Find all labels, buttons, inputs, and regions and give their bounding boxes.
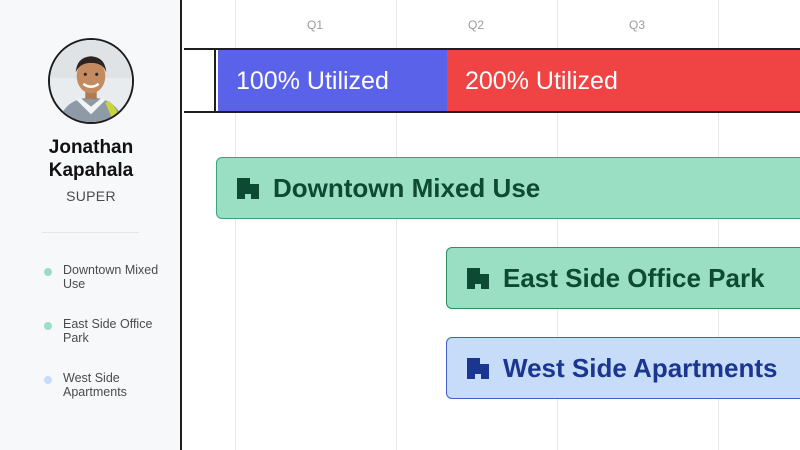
- legend-dot: [44, 322, 52, 330]
- person-first-name: Jonathan: [48, 137, 134, 158]
- project-bar-east-side-office-park[interactable]: East Side Office Park: [446, 247, 800, 309]
- project-bar-downtown-mixed-use[interactable]: Downtown Mixed Use: [216, 157, 800, 219]
- legend-label: East Side Office Park: [63, 317, 153, 345]
- quarter-label-q1: Q1: [306, 18, 323, 32]
- quarter-label-q2: Q2: [467, 18, 484, 32]
- utilization-row-bottom-border: [184, 111, 800, 113]
- utilization-empty-segment: [184, 50, 216, 112]
- project-label: West Side Apartments: [503, 352, 778, 383]
- legend-label: Downtown Mixed Use: [63, 263, 159, 291]
- quarter-label-q3: Q3: [628, 18, 645, 32]
- building-icon: [465, 355, 491, 381]
- building-icon: [235, 175, 261, 201]
- person-sidebar: Jonathan Kapahala SUPER Downtown Mixed U…: [0, 0, 182, 450]
- project-label: Downtown Mixed Use: [273, 172, 541, 203]
- person-last-name: Kapahala: [48, 160, 134, 181]
- utilization-segment-100[interactable]: 100% Utilized: [218, 50, 447, 112]
- person-name: Jonathan Kapahala: [0, 136, 182, 182]
- legend-dot: [44, 376, 52, 384]
- avatar[interactable]: [48, 38, 134, 124]
- timeline: Q1 Q2 Q3 100% Utilized 200% Utilized Dow…: [184, 0, 800, 450]
- building-icon: [465, 265, 491, 291]
- project-bar-west-side-apartments[interactable]: West Side Apartments: [446, 337, 800, 399]
- person-photo: [50, 40, 132, 122]
- legend-label: West Side Apartments: [63, 371, 127, 399]
- legend-dot: [44, 268, 52, 276]
- sidebar-divider: [42, 232, 139, 233]
- person-role: SUPER: [66, 188, 116, 204]
- utilization-segment-200[interactable]: 200% Utilized: [447, 50, 800, 112]
- project-label: East Side Office Park: [503, 262, 765, 293]
